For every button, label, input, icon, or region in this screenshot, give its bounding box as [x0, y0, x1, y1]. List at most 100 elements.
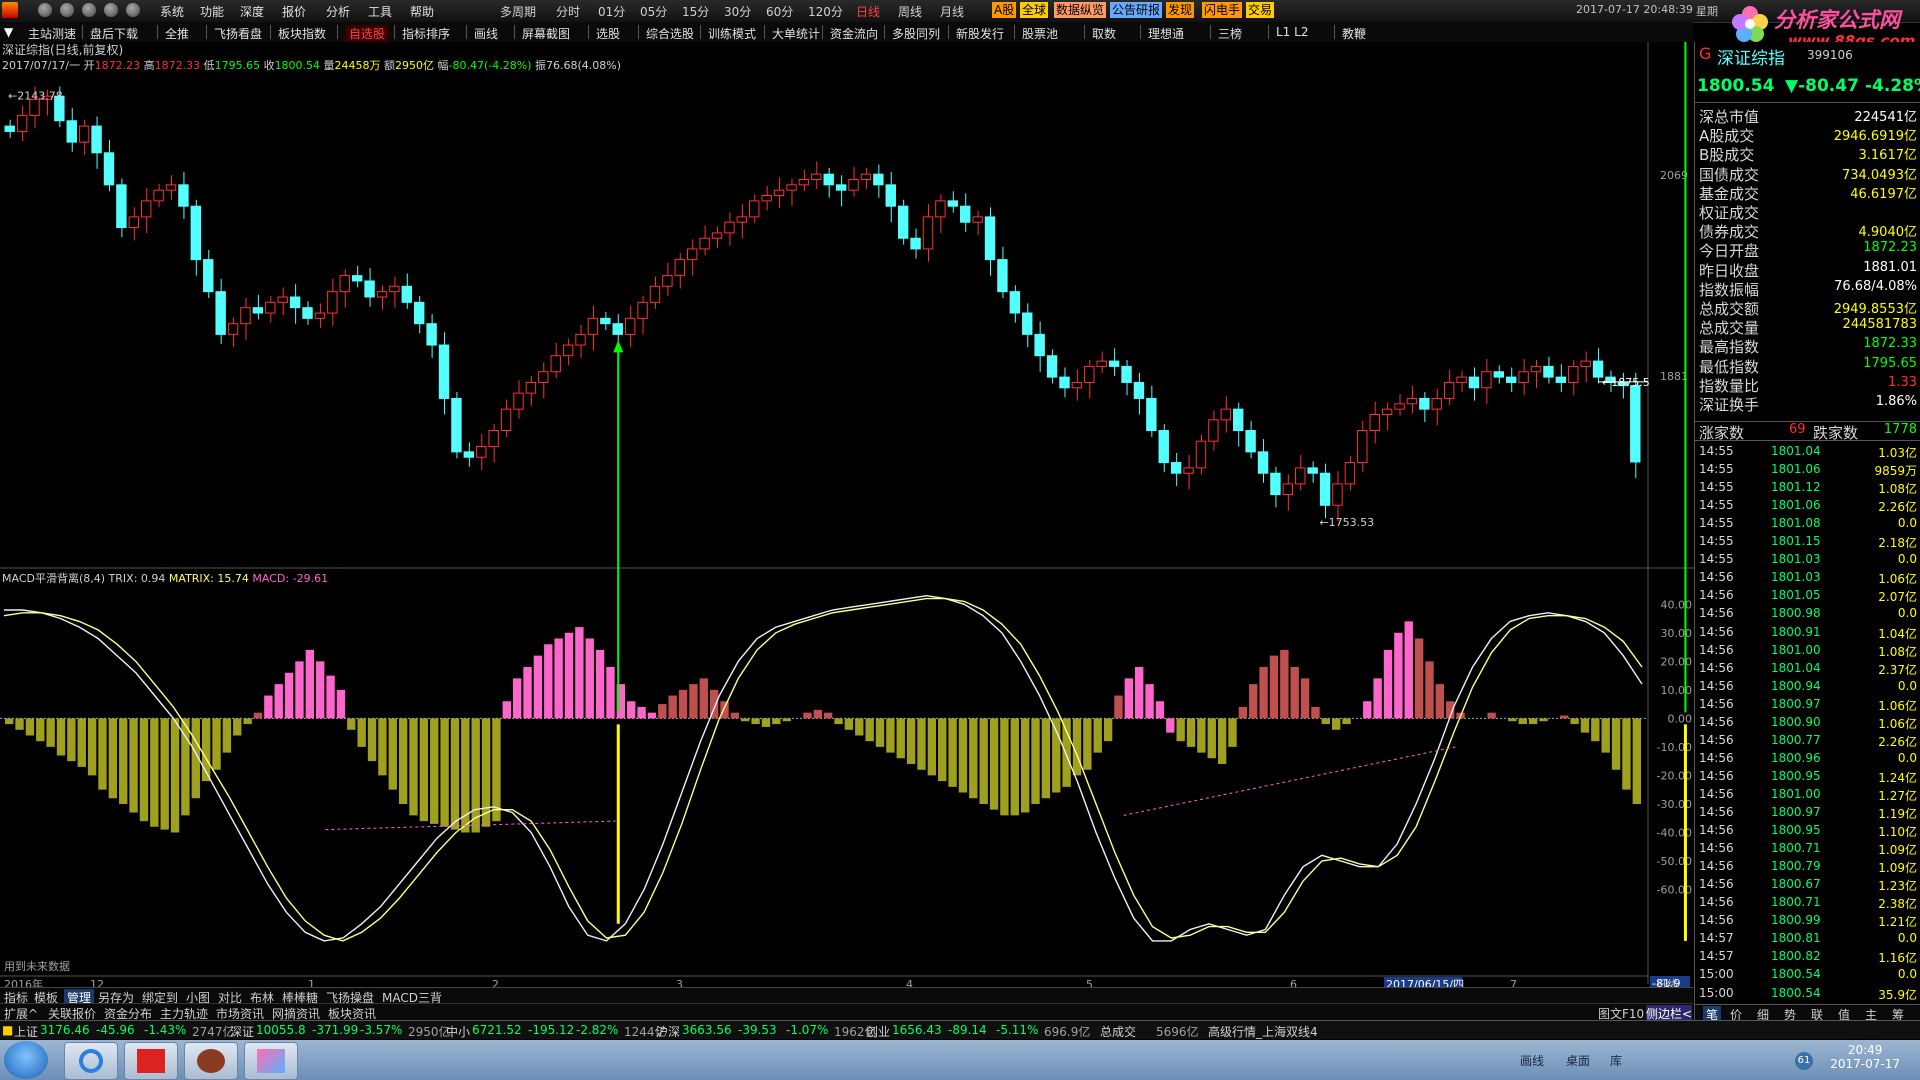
period-5[interactable]: 30分 [724, 3, 751, 20]
tick-volume: 1.04亿 [1878, 626, 1917, 641]
stat-value: 1.33 [1888, 374, 1917, 390]
period-tag[interactable]: 日线 [1656, 977, 1678, 987]
toolbar-item-11[interactable]: 训练模式 [708, 25, 756, 42]
toolbar-item-2[interactable]: 全推 [165, 25, 189, 42]
window-dot-4[interactable] [104, 3, 118, 17]
menu-0[interactable]: 系统 [160, 3, 184, 20]
indicator-title: MACD平滑背离(8,4) TRIX: 0.94 MATRIX: 15.74 M… [2, 571, 328, 585]
tag-button-1[interactable]: 全球 [1020, 2, 1049, 18]
period-3[interactable]: 05分 [640, 3, 667, 20]
toolbar-item-5[interactable]: 自选股 [345, 25, 390, 42]
stat-row: 指数量比 1.33 [1699, 374, 1917, 395]
period-9[interactable]: 周线 [898, 3, 922, 20]
tag-button-5[interactable]: 闪电手 [1202, 2, 1243, 18]
status-index-amount: 2747亿 [192, 1025, 235, 1039]
notification-badge[interactable]: 61 [1795, 1052, 1813, 1070]
stat-row: 指数振幅 76.68/4.08% [1699, 279, 1917, 299]
tick-price: 1801.00 [1771, 642, 1821, 657]
tray-item[interactable]: 桌面 [1566, 1052, 1590, 1069]
dropdown-arrow-icon[interactable]: ▼ [4, 25, 13, 39]
period-2[interactable]: 01分 [598, 3, 625, 20]
toolbar-item-16[interactable]: 股票池 [1022, 25, 1058, 42]
menu-3[interactable]: 报价 [282, 3, 306, 20]
menu-1[interactable]: 功能 [200, 3, 224, 20]
tick-price: 1800.97 [1771, 696, 1821, 711]
period-7[interactable]: 120分 [808, 3, 843, 20]
tag-button-6[interactable]: 交易 [1246, 2, 1275, 18]
menu-4[interactable]: 分析 [326, 3, 350, 20]
toolbar-item-8[interactable]: 屏幕截图 [522, 25, 570, 42]
tag-button-3[interactable]: 公告研报 [1110, 2, 1163, 18]
window-dot-2[interactable] [60, 3, 74, 17]
tag-button-2[interactable]: 数据纵览 [1054, 2, 1107, 18]
chart-area[interactable]: 20691881←2143.78←1753.53←1875.5深证综指(日线,前… [0, 42, 1694, 987]
period-0[interactable]: 多周期 [500, 3, 536, 20]
period-4[interactable]: 15分 [682, 3, 709, 20]
menu-6[interactable]: 帮助 [410, 3, 434, 20]
toolbar-item-13[interactable]: 资金流向 [830, 25, 878, 42]
chart-background [0, 42, 1694, 987]
menu-5[interactable]: 工具 [368, 3, 392, 20]
tag-button-0[interactable]: A股 [992, 2, 1017, 18]
toolbar-item-20[interactable]: L1 L2 [1276, 25, 1308, 39]
toolbar-item-12[interactable]: 大单统计 [772, 25, 820, 42]
tick-volume: 1.08亿 [1878, 482, 1917, 497]
window-dot-3[interactable] [82, 3, 96, 17]
toolbar-item-14[interactable]: 多股同列 [892, 25, 940, 42]
status-feed[interactable]: 高级行情_上海双线4 [1208, 1023, 1318, 1040]
stat-row: 深证换手 1.86% [1699, 394, 1917, 414]
toolbar-item-7[interactable]: 画线 [474, 25, 498, 42]
status-index-pct: -1.07% [786, 1023, 829, 1037]
status-index-pct: -3.57% [360, 1023, 403, 1037]
toolbar-item-10[interactable]: 综合选股 [646, 25, 694, 42]
app-taskbar-icon-3[interactable] [244, 1042, 298, 1080]
window-dot-1[interactable] [38, 3, 52, 17]
period-6[interactable]: 60分 [766, 3, 793, 20]
tick-volume: 0.0 [1897, 552, 1917, 567]
toolbar-item-19[interactable]: 三榜 [1218, 25, 1242, 42]
tick-price: 1800.71 [1771, 895, 1821, 910]
stat-value: 4.9040亿 [1858, 225, 1918, 241]
indicator-tabs: 指标 模板 管理 另存为 绑定到 小图 对比 布林 棒棒糖 飞扬操盘 MACD三背 [0, 987, 1693, 1006]
status-index-value: 3663.56 [682, 1023, 732, 1037]
tag-button-4[interactable]: 发现 [1166, 2, 1195, 18]
start-button-icon[interactable] [4, 1041, 48, 1079]
period-1[interactable]: 分时 [556, 3, 580, 20]
app-taskbar-icon-2[interactable] [184, 1042, 238, 1080]
toolbar-item-4[interactable]: 板块指数 [278, 25, 326, 42]
tick-volume: 0.0 [1897, 967, 1917, 982]
tray-item[interactable]: 画线 [1520, 1052, 1544, 1069]
tick-time: 14:55 [1699, 444, 1734, 458]
toolbar-item-15[interactable]: 新股发行 [956, 25, 1004, 42]
clock[interactable]: 20:49 2017-07-17 [1830, 1043, 1900, 1071]
toolbar-separator [588, 25, 589, 39]
tray-item[interactable]: 库 [1610, 1052, 1622, 1069]
tick-time: 14:56 [1699, 732, 1734, 747]
tick-time: 14:56 [1699, 642, 1734, 657]
stat-value: 46.6197亿 [1850, 186, 1917, 202]
ie-taskbar-icon[interactable] [64, 1042, 118, 1080]
tick-volume: 1.09亿 [1878, 861, 1917, 876]
window-dot-5[interactable] [126, 3, 140, 17]
tick-price: 1800.90 [1771, 714, 1821, 729]
status-index-value: 6721.52 [472, 1023, 522, 1037]
tick-time: 14:56 [1699, 750, 1734, 765]
toolbar-item-21[interactable]: 教鞭 [1342, 25, 1366, 42]
tick-time: 14:57 [1699, 931, 1734, 946]
toolbar-item-1[interactable]: 盘后下载 [90, 25, 138, 42]
toolbar-item-6[interactable]: 指标排序 [402, 25, 450, 42]
toolbar-item-18[interactable]: 理想通 [1148, 25, 1184, 42]
menu-2[interactable]: 深度 [240, 3, 264, 20]
toolbar-item-0[interactable]: 主站测速 [28, 25, 76, 42]
index-name: 深证综指 [1717, 49, 1785, 69]
tick-price: 1801.04 [1771, 660, 1821, 675]
app-taskbar-icon-1[interactable] [124, 1042, 178, 1080]
toolbar-item-9[interactable]: 选股 [596, 25, 620, 42]
period-8[interactable]: 日线 [856, 3, 880, 20]
tick-price: 1801.03 [1771, 570, 1821, 585]
tick-volume: 1.23亿 [1878, 879, 1917, 894]
toolbar-item-3[interactable]: 飞扬看盘 [214, 25, 262, 42]
toolbar-item-17[interactable]: 取数 [1092, 25, 1116, 42]
period-10[interactable]: 月线 [940, 3, 964, 20]
index-code: 399106 [1807, 48, 1853, 62]
